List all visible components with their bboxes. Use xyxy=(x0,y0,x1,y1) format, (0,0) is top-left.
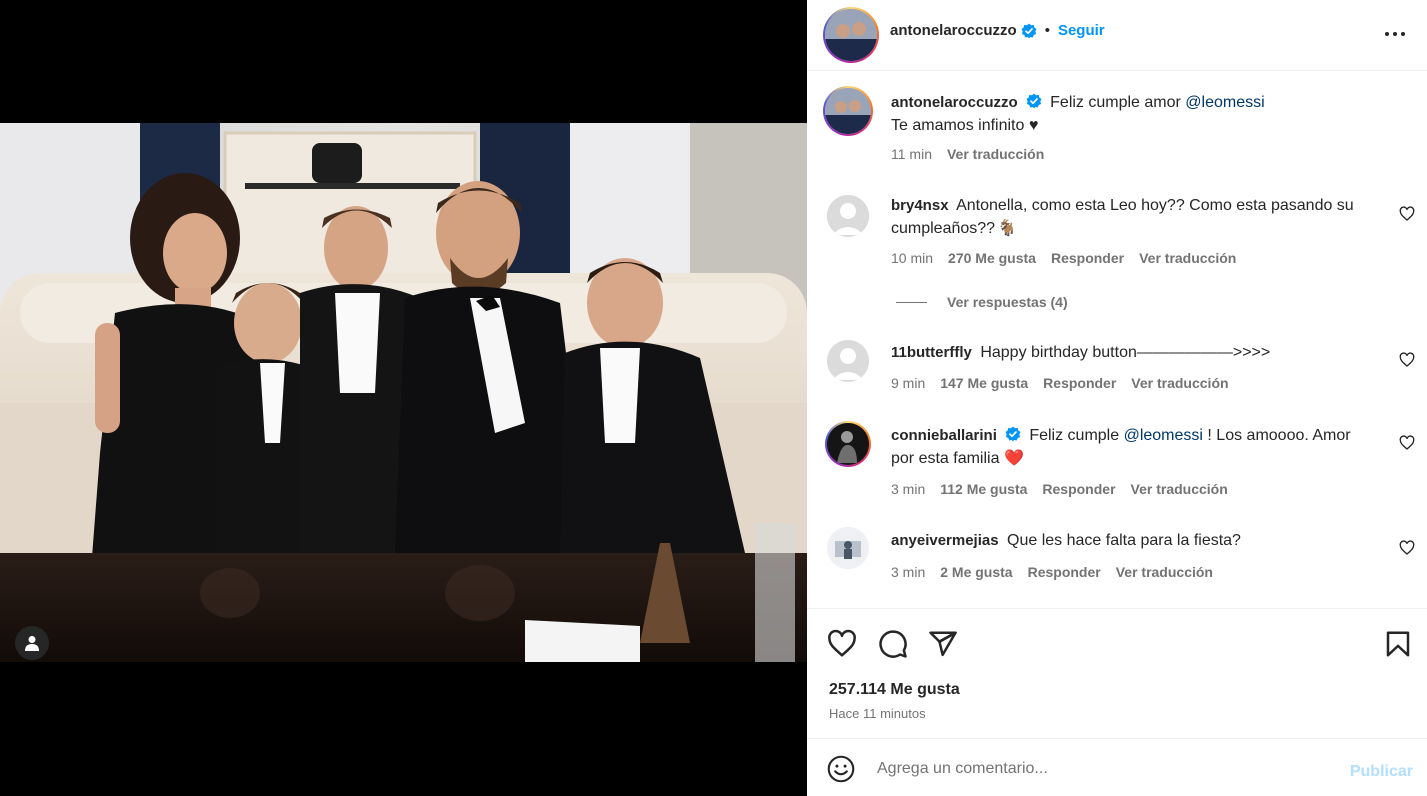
avatar-image xyxy=(827,423,869,465)
verified-badge-icon xyxy=(1021,23,1037,38)
heart-icon[interactable] xyxy=(1399,206,1415,222)
caption-text: antonelaroccuzzo Feliz cumple amor @leom… xyxy=(891,91,1371,137)
family-photo-illustration xyxy=(0,123,807,662)
timestamp[interactable]: 11 min xyxy=(891,146,932,162)
heart-icon[interactable] xyxy=(1399,540,1415,556)
comment-body: Antonella, como esta Leo hoy?? Como esta… xyxy=(891,197,1354,237)
user-tag-button[interactable] xyxy=(15,626,49,660)
translate-link[interactable]: Ver traducción xyxy=(1131,375,1228,391)
reply-button[interactable]: Responder xyxy=(1051,250,1124,266)
like-button[interactable] xyxy=(827,629,857,659)
user-tag-icon xyxy=(25,636,39,651)
translate-link[interactable]: Ver traducción xyxy=(1139,250,1236,266)
post-photo[interactable] xyxy=(0,123,807,662)
goat-emoji: 🐐 xyxy=(997,220,1017,237)
likes-count[interactable]: 270 Me gusta xyxy=(948,250,1036,266)
likes-count[interactable]: 2 Me gusta xyxy=(940,564,1012,580)
post-media xyxy=(0,0,807,796)
comment-username[interactable]: anyeivermejias xyxy=(891,532,999,549)
separator-dot: • xyxy=(1044,22,1050,39)
commenter-avatar[interactable] xyxy=(827,527,869,569)
caption-meta: 11 min Ver traducción xyxy=(891,146,1044,162)
author-avatar[interactable] xyxy=(823,7,879,63)
post-panel: antonelaroccuzzo • Seguir antonelaroccuz… xyxy=(807,0,1427,796)
comment-text: connieballarini Feliz cumple @leomessi !… xyxy=(891,424,1371,470)
default-avatar-icon xyxy=(827,195,869,237)
translate-link[interactable]: Ver traducción xyxy=(947,146,1044,162)
caption-line2: Te amamos infinito ♥ xyxy=(891,117,1039,134)
verified-badge-icon xyxy=(1005,426,1021,442)
more-horizontal-icon xyxy=(1385,32,1389,36)
caption-username[interactable]: antonelaroccuzzo xyxy=(891,94,1018,111)
comment-text: bry4nsx Antonella, como esta Leo hoy?? C… xyxy=(891,194,1371,240)
heart-icon xyxy=(828,629,856,657)
avatar-image xyxy=(825,9,877,61)
view-replies-button[interactable]: Ver respuestas (4) xyxy=(896,294,1068,310)
emoji-icon[interactable] xyxy=(827,755,855,783)
bookmark-icon xyxy=(1386,631,1410,657)
comment-username[interactable]: 11butterffly xyxy=(891,344,972,361)
share-button[interactable] xyxy=(928,629,958,659)
comment-input[interactable] xyxy=(877,757,1317,781)
likes-count[interactable]: 257.114 Me gusta xyxy=(829,681,960,699)
replies-divider xyxy=(896,301,927,303)
avatar-image xyxy=(825,88,871,134)
post-actions: 257.114 Me gusta Hace 11 minutos xyxy=(807,608,1427,738)
heart-icon[interactable] xyxy=(1399,352,1415,368)
likes-count[interactable]: 147 Me gusta xyxy=(940,375,1028,391)
comment-meta: 3 min 112 Me gusta Responder Ver traducc… xyxy=(891,481,1228,497)
default-avatar-icon xyxy=(827,340,869,382)
comment-text: 11butterffly Happy birthday button——————… xyxy=(891,341,1371,364)
timestamp[interactable]: 3 min xyxy=(891,481,925,497)
comment-body: Feliz cumple xyxy=(1029,427,1120,444)
timestamp[interactable]: 3 min xyxy=(891,564,925,580)
commenter-avatar[interactable] xyxy=(827,195,869,237)
reply-button[interactable]: Responder xyxy=(1028,564,1101,580)
comment-body: Que les hace falta para la fiesta? xyxy=(1007,532,1241,549)
share-icon xyxy=(929,631,957,657)
comment-composer: Publicar xyxy=(807,738,1427,796)
avatar-image xyxy=(827,527,869,569)
comment-meta: 9 min 147 Me gusta Responder Ver traducc… xyxy=(891,375,1229,391)
caption-avatar[interactable] xyxy=(823,86,873,136)
more-options-button[interactable] xyxy=(1381,22,1409,46)
caption-body: Feliz cumple amor xyxy=(1050,94,1181,111)
comment-meta: 3 min 2 Me gusta Responder Ver traducció… xyxy=(891,564,1213,580)
comment-username[interactable]: connieballarini xyxy=(891,427,997,444)
comment-button[interactable] xyxy=(878,629,908,659)
comments-list[interactable]: antonelaroccuzzo Feliz cumple amor @leom… xyxy=(807,71,1427,608)
likes-count[interactable]: 112 Me gusta xyxy=(940,481,1027,497)
post-time[interactable]: Hace 11 minutos xyxy=(829,706,926,721)
follow-button[interactable]: Seguir xyxy=(1058,22,1105,39)
comment-body: Happy birthday button——————>>>> xyxy=(980,344,1271,361)
heart-emoji: ❤️ xyxy=(1003,450,1024,467)
reply-button[interactable]: Responder xyxy=(1042,481,1115,497)
timestamp[interactable]: 10 min xyxy=(891,250,933,266)
header-author: antonelaroccuzzo • Seguir xyxy=(890,22,1105,39)
heart-icon[interactable] xyxy=(1399,435,1415,451)
timestamp[interactable]: 9 min xyxy=(891,375,925,391)
verified-badge-icon xyxy=(1026,93,1042,109)
mention-link[interactable]: @leomessi xyxy=(1124,427,1203,444)
save-button[interactable] xyxy=(1383,629,1413,659)
publish-button[interactable]: Publicar xyxy=(1350,763,1413,781)
comment-text: anyeivermejias Que les hace falta para l… xyxy=(891,529,1371,552)
commenter-avatar[interactable] xyxy=(825,421,871,467)
post-header: antonelaroccuzzo • Seguir xyxy=(807,0,1427,71)
reply-button[interactable]: Responder xyxy=(1043,375,1116,391)
mention-link[interactable]: @leomessi xyxy=(1185,94,1264,111)
comment-icon xyxy=(879,630,907,658)
translate-link[interactable]: Ver traducción xyxy=(1116,564,1213,580)
author-username[interactable]: antonelaroccuzzo xyxy=(890,22,1017,39)
comment-meta: 10 min 270 Me gusta Responder Ver traduc… xyxy=(891,250,1236,266)
commenter-avatar[interactable] xyxy=(827,340,869,382)
view-replies-label: Ver respuestas (4) xyxy=(947,294,1068,310)
translate-link[interactable]: Ver traducción xyxy=(1131,481,1228,497)
comment-username[interactable]: bry4nsx xyxy=(891,197,949,214)
